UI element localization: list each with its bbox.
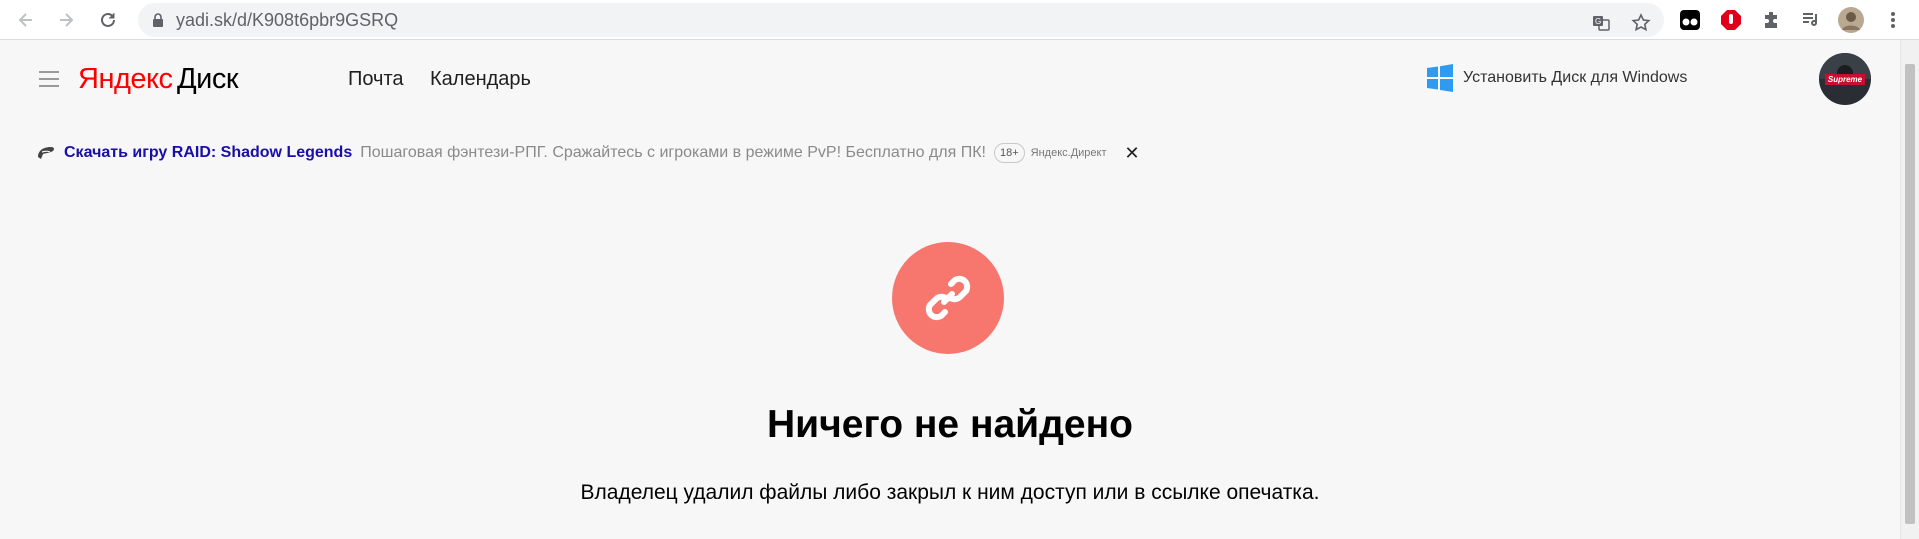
broken-link-badge (892, 242, 1004, 354)
ad-title-link[interactable]: Скачать игру RAID: Shadow Legends (64, 144, 352, 162)
back-button[interactable] (12, 6, 40, 34)
tampermonkey-icon (1680, 10, 1700, 30)
extensions-button[interactable] (1756, 5, 1786, 35)
ad-source-label[interactable]: Яндекс.Директ (1031, 147, 1107, 159)
forward-button[interactable] (52, 6, 80, 34)
error-subtitle: Владелец удалил файлы либо закрыл к ним … (580, 481, 1320, 504)
user-avatar[interactable]: Supreme (1819, 53, 1871, 105)
avatar-supreme-label: Supreme (1824, 73, 1866, 85)
reload-icon (101, 12, 115, 27)
windows-icon (1427, 64, 1453, 92)
media-control-button[interactable] (1796, 5, 1826, 35)
install-disk-windows-link[interactable]: Установить Диск для Windows (1426, 64, 1687, 92)
ad-age-badge: 18+ (993, 143, 1025, 163)
ad-description[interactable]: Пошаговая фэнтези-РПГ. Сражайтесь с игро… (360, 144, 986, 162)
page-scrollbar[interactable] (1900, 40, 1919, 539)
url-text[interactable]: yadi.sk/d/K908t6pbr9GSRQ (176, 3, 398, 37)
extensions-icon (1765, 12, 1777, 28)
address-bar[interactable]: yadi.sk/d/K908t6pbr9GSRQ G (138, 3, 1664, 37)
hamburger-menu-button[interactable] (38, 69, 60, 94)
error-title: Ничего не найдено (767, 403, 1133, 446)
menu-icon (1891, 12, 1895, 28)
translate-icon: G (1593, 16, 1610, 31)
yandex-disk-logo[interactable]: Яндекс Диск (78, 62, 239, 101)
raid-game-icon (38, 147, 55, 159)
scrollbar-thumb[interactable] (1905, 64, 1915, 524)
bookmark-star-button[interactable] (1626, 8, 1656, 38)
logo-yandex: Яндекс (78, 63, 173, 95)
svg-text:G: G (1595, 17, 1601, 26)
media-control-icon (1803, 13, 1817, 26)
reload-button[interactable] (94, 6, 122, 34)
install-disk-label: Установить Диск для Windows (1463, 69, 1688, 86)
forward-icon (60, 13, 74, 27)
hamburger-icon (39, 71, 59, 87)
tampermonkey-extension[interactable] (1675, 5, 1705, 35)
chrome-menu-button[interactable] (1878, 5, 1908, 35)
profile-avatar[interactable] (1836, 5, 1866, 35)
star-icon (1631, 13, 1651, 32)
ad-close-button[interactable]: ✕ (1125, 144, 1140, 162)
nav-link-calendar[interactable]: Календарь (430, 67, 531, 91)
adblock-extension[interactable] (1716, 5, 1746, 35)
logo-disk: Диск (176, 63, 239, 95)
browser-toolbar: yadi.sk/d/K908t6pbr9GSRQ G (0, 0, 1919, 40)
broken-link-icon (925, 275, 971, 321)
back-icon (18, 13, 32, 27)
nav-link-mail[interactable]: Почта (348, 67, 404, 91)
translate-button[interactable]: G (1586, 8, 1616, 38)
lock-icon (153, 13, 163, 27)
profile-avatar-icon (1838, 7, 1864, 33)
ad-banner: Скачать игру RAID: Shadow Legends Пошаго… (36, 141, 1140, 165)
adblock-icon (1721, 10, 1741, 30)
